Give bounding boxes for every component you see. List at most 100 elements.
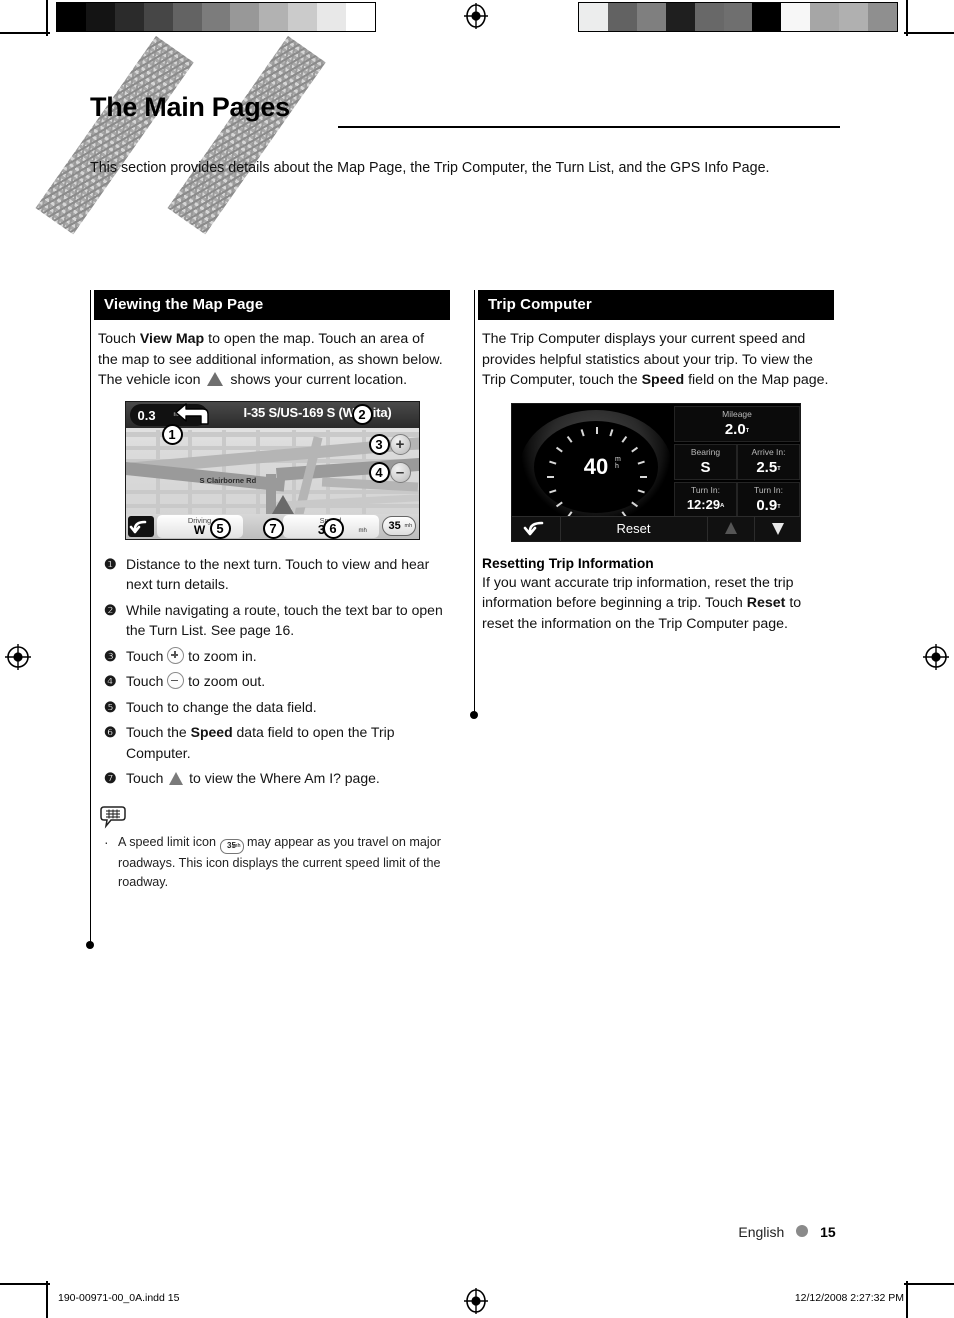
list-text-2: While navigating a route, touch the text… (126, 601, 443, 639)
grayscale-calibration-bar (56, 2, 376, 32)
speed-unit-top: m (615, 455, 621, 463)
note-bubble-icon (100, 805, 128, 829)
calibration-patch (694, 3, 724, 31)
list-item-4: ❹ Touch to zoom out. (104, 671, 446, 692)
list-text-1: Distance to the next turn. Touch to view… (126, 555, 430, 593)
left-column-rule (90, 290, 91, 945)
calibration-patch (868, 3, 897, 31)
scroll-up-button[interactable] (707, 516, 755, 541)
current-speed-unit: mh (615, 456, 625, 470)
turn-in-dist-number: 0.9 (756, 496, 778, 514)
trip-cell-turn-in-time[interactable]: Turn In: 12:29ᴀ (674, 481, 737, 518)
callout-6: 6 (322, 517, 344, 539)
registration-mark-right (923, 644, 949, 670)
print-slug-timestamp: 12/12/2008 2:27:32 PM (794, 1292, 904, 1304)
left-intro-text-1: Touch (98, 331, 140, 347)
footer-page-number: 15 (820, 1224, 836, 1240)
list-text-7a: Touch (126, 770, 168, 786)
list-text-3a: Touch (126, 647, 168, 664)
trip-cell-mileage[interactable]: Mileage 2.0ᴛ (674, 405, 800, 442)
list-number-2: ❷ (104, 601, 117, 618)
color-patch-calibration-bar (578, 2, 898, 32)
reset-bold: Reset (746, 595, 786, 611)
footer-dot-icon (796, 1225, 809, 1237)
trip-computer-toolbar: Reset (512, 515, 800, 541)
page-footer: English 15 (0, 1224, 954, 1242)
reset-button[interactable]: Reset (560, 516, 708, 541)
intro-paragraph: This section provides details about the … (90, 160, 770, 176)
trip-cell-turn-in-time-label: Turn In: (691, 484, 720, 495)
print-slug-file: 190-00971-00_0A.indd 15 (58, 1292, 180, 1304)
right-column: Trip Computer The Trip Computer displays… (478, 290, 834, 634)
scroll-down-button[interactable] (754, 517, 800, 541)
vehicle-position-icon[interactable] (271, 494, 294, 514)
trip-cell-mileage-value: 2.0ᴛ (675, 421, 799, 438)
calibration-patch (172, 3, 202, 31)
list-text-7b: to view the Where Am I? page. (185, 770, 380, 786)
crop-mark-bl-v (46, 1281, 48, 1318)
trip-cell-turn-in-dist[interactable]: Turn In: 0.9ᴛ (737, 481, 800, 518)
registration-mark-bottom (463, 1288, 489, 1314)
list-text-3: Touch to zoom in. (126, 646, 257, 667)
mileage-number: 2.0 (724, 420, 746, 438)
note-block: · A speed limit icon 35 mh may appear as … (100, 805, 446, 892)
calibration-patch (752, 3, 782, 31)
list-item-7: ❼ Touch to view the Where Am I? page. (104, 768, 446, 789)
map-label-street-1: S Clairborne Rd (199, 475, 257, 485)
calibration-patch (85, 3, 115, 31)
crop-mark-tl-v (46, 0, 48, 36)
list-number-3: ❸ (104, 647, 117, 664)
speed-limit-inline-unit: mh (233, 842, 241, 849)
speed-bold-inline: Speed (190, 724, 233, 740)
crop-mark-tr-v (906, 0, 908, 36)
next-street-text[interactable]: I-35 S/US-169 S (Wichita) (218, 405, 418, 420)
calibration-patch (723, 3, 753, 31)
arrow-down-icon (772, 522, 784, 535)
callout-3: 3 (368, 433, 390, 455)
left-column-rule-dot (86, 941, 94, 949)
zoom-out-icon (167, 672, 185, 689)
trip-cell-arrive-in[interactable]: Arrive In: 2.5ᴛ (737, 443, 800, 480)
trip-cell-bearing-value: S (700, 458, 711, 476)
registration-mark-top (463, 3, 489, 29)
list-item-5: ❺ Touch to change the data field. (104, 697, 446, 718)
note-text-row: · A speed limit icon 35 mh may appear as … (100, 833, 446, 892)
speed-limit-value: 35 (388, 519, 401, 532)
note-text-a: A speed limit icon (118, 834, 220, 849)
zoom-in-button[interactable]: + (389, 433, 411, 455)
right-column-rule (474, 290, 475, 715)
list-text-6a: Touch the (126, 724, 191, 740)
trip-cell-arrive-in-label: Arrive In: (751, 446, 786, 457)
turn-arrow-icon (174, 402, 214, 427)
map-page-screenshot: S Clairborne Rd N Mer I-35 S/US-169 S (W… (124, 400, 420, 540)
title-block: The Main Pages This section provides det… (35, 36, 900, 235)
list-item-3: ❸ Touch to zoom in. (104, 646, 446, 667)
registration-mark-left (5, 644, 31, 670)
map-back-button[interactable] (127, 515, 154, 537)
arrive-in-unit: ᴛ (777, 464, 781, 472)
speed-field-unit: mh (358, 527, 367, 534)
vehicle-triangle-icon-inline (169, 772, 184, 785)
distance-value: 0.3 (137, 407, 156, 423)
trip-cell-bearing[interactable]: Bearing S (674, 443, 737, 480)
page-title: The Main Pages (90, 92, 290, 122)
list-text-4a: Touch (126, 673, 168, 689)
list-text-6: Touch the Speed data field to open the T… (126, 722, 446, 763)
right-column-rule-dot (470, 711, 478, 719)
arrive-in-number: 2.5 (756, 458, 778, 476)
list-text-3b: to zoom in. (184, 647, 257, 664)
turn-in-dist-unit: ᴛ (777, 502, 781, 510)
speed-unit-bottom: h (615, 462, 619, 470)
list-text-7: Touch to view the Where Am I? page. (126, 768, 380, 789)
callout-7: 7 (262, 517, 284, 539)
zoom-out-button[interactable]: – (389, 461, 411, 483)
calibration-patch (665, 3, 695, 31)
list-number-6: ❻ (104, 724, 117, 740)
calibration-patch (346, 3, 375, 31)
list-item-6: ❻ Touch the Speed data field to open the… (104, 722, 446, 763)
section-header-viewing-map: Viewing the Map Page (94, 290, 450, 320)
calibration-patch (607, 3, 637, 31)
crop-mark-br-v (906, 1281, 908, 1318)
trip-back-button[interactable] (512, 516, 561, 541)
crop-mark-br-h (904, 1283, 954, 1285)
